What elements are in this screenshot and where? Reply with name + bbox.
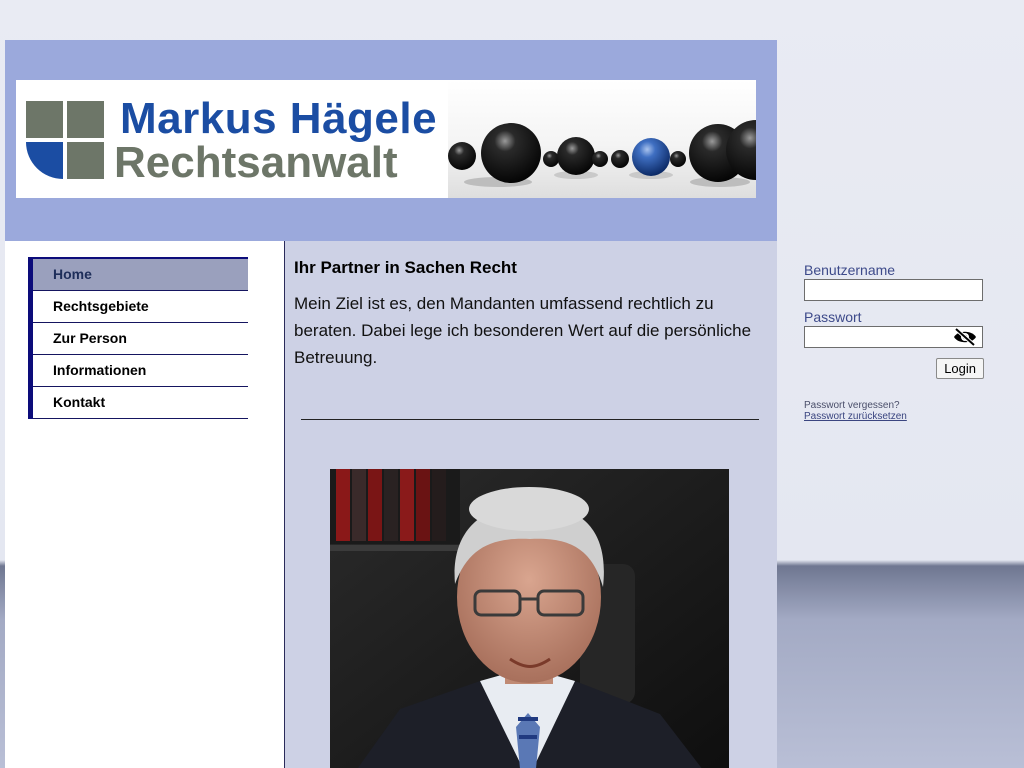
- eye-slash-icon[interactable]: [953, 327, 977, 347]
- page-wrapper: Markus Hägele Rechtsanwalt Home Rechtsge…: [5, 40, 777, 768]
- main-content: Ihr Partner in Sachen Recht Mein Ziel is…: [285, 241, 777, 768]
- portrait-photo: [330, 469, 729, 768]
- header-banner: Markus Hägele Rechtsanwalt: [16, 80, 756, 198]
- nav-item-kontakt[interactable]: Kontakt: [33, 387, 248, 419]
- username-label: Benutzername: [804, 262, 896, 278]
- forgot-password-text: Passwort vergessen?: [804, 400, 900, 411]
- nav-item-informationen[interactable]: Informationen: [33, 355, 248, 387]
- password-label: Passwort: [804, 309, 862, 325]
- brand-name: Markus Hägele: [120, 94, 438, 143]
- login-button[interactable]: Login: [936, 358, 984, 379]
- content-text: Mein Ziel ist es, den Mandanten umfassen…: [294, 294, 752, 367]
- main-nav: Home Rechtsgebiete Zur Person Informatio…: [28, 257, 248, 419]
- nav-item-zur-person[interactable]: Zur Person: [33, 323, 248, 355]
- login-form: Benutzername Passwort Login Passwort ver…: [804, 262, 984, 422]
- username-input[interactable]: [804, 279, 983, 301]
- header: Markus Hägele Rechtsanwalt: [5, 40, 777, 241]
- logo-mark-icon: [26, 101, 104, 179]
- content-title: Ihr Partner in Sachen Recht: [294, 258, 517, 277]
- nav-item-rechtsgebiete[interactable]: Rechtsgebiete: [33, 291, 248, 323]
- brand-subtitle: Rechtsanwalt: [114, 138, 398, 187]
- sidebar: Home Rechtsgebiete Zur Person Informatio…: [5, 241, 285, 768]
- spheres-image: [448, 80, 756, 198]
- reset-password-link[interactable]: Passwort zurücksetzen: [804, 411, 907, 422]
- nav-item-home[interactable]: Home: [33, 257, 248, 291]
- content-divider: [301, 419, 759, 420]
- password-field-wrapper: [804, 326, 983, 348]
